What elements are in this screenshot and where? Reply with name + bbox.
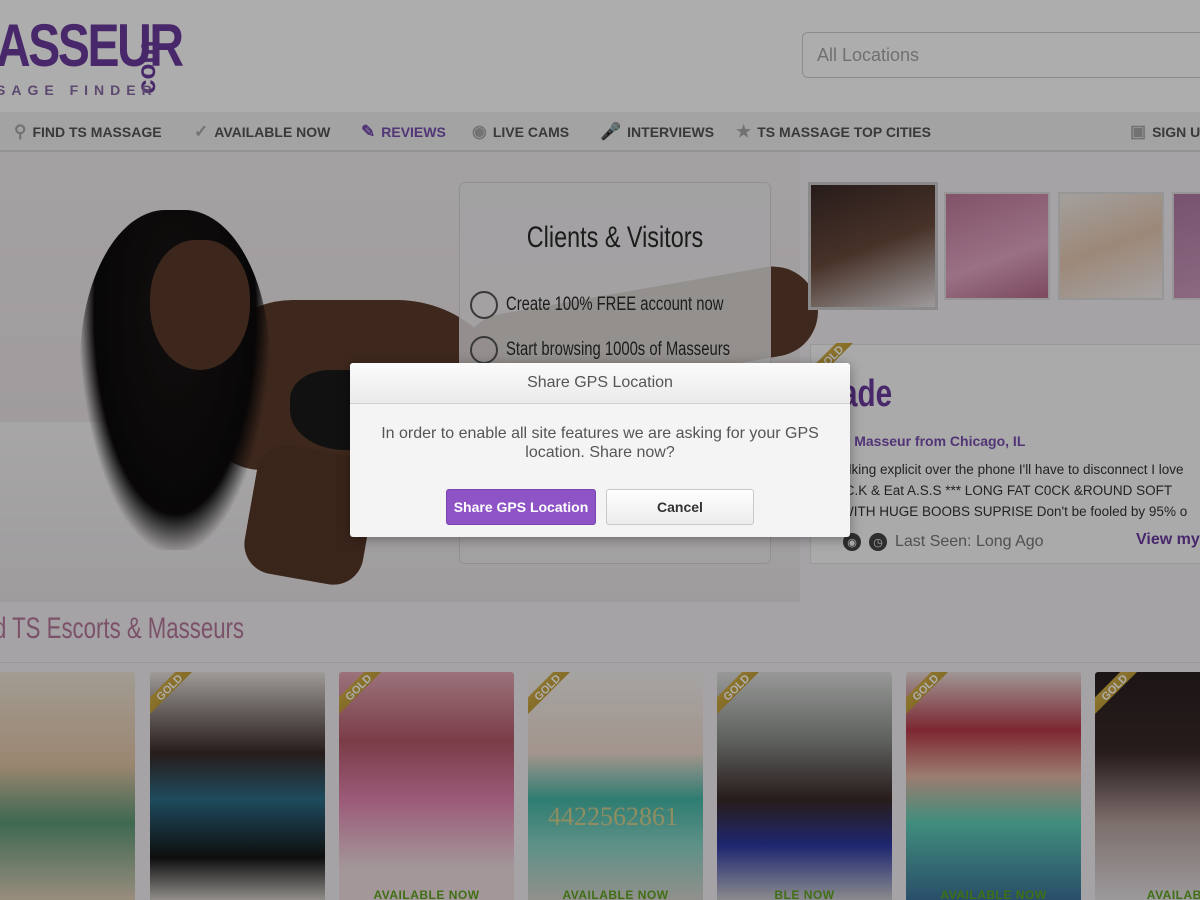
gps-location-dialog: Share GPS Location In order to enable al… [350, 363, 850, 537]
cancel-button[interactable]: Cancel [606, 489, 754, 525]
dialog-title: Share GPS Location [350, 363, 850, 404]
page: ASSEUR com SAGE FINDER ⚲ FIND TS MASSAGE… [0, 0, 1200, 900]
dialog-message: In order to enable all site features we … [381, 425, 819, 461]
share-gps-location-button[interactable]: Share GPS Location [446, 489, 596, 525]
